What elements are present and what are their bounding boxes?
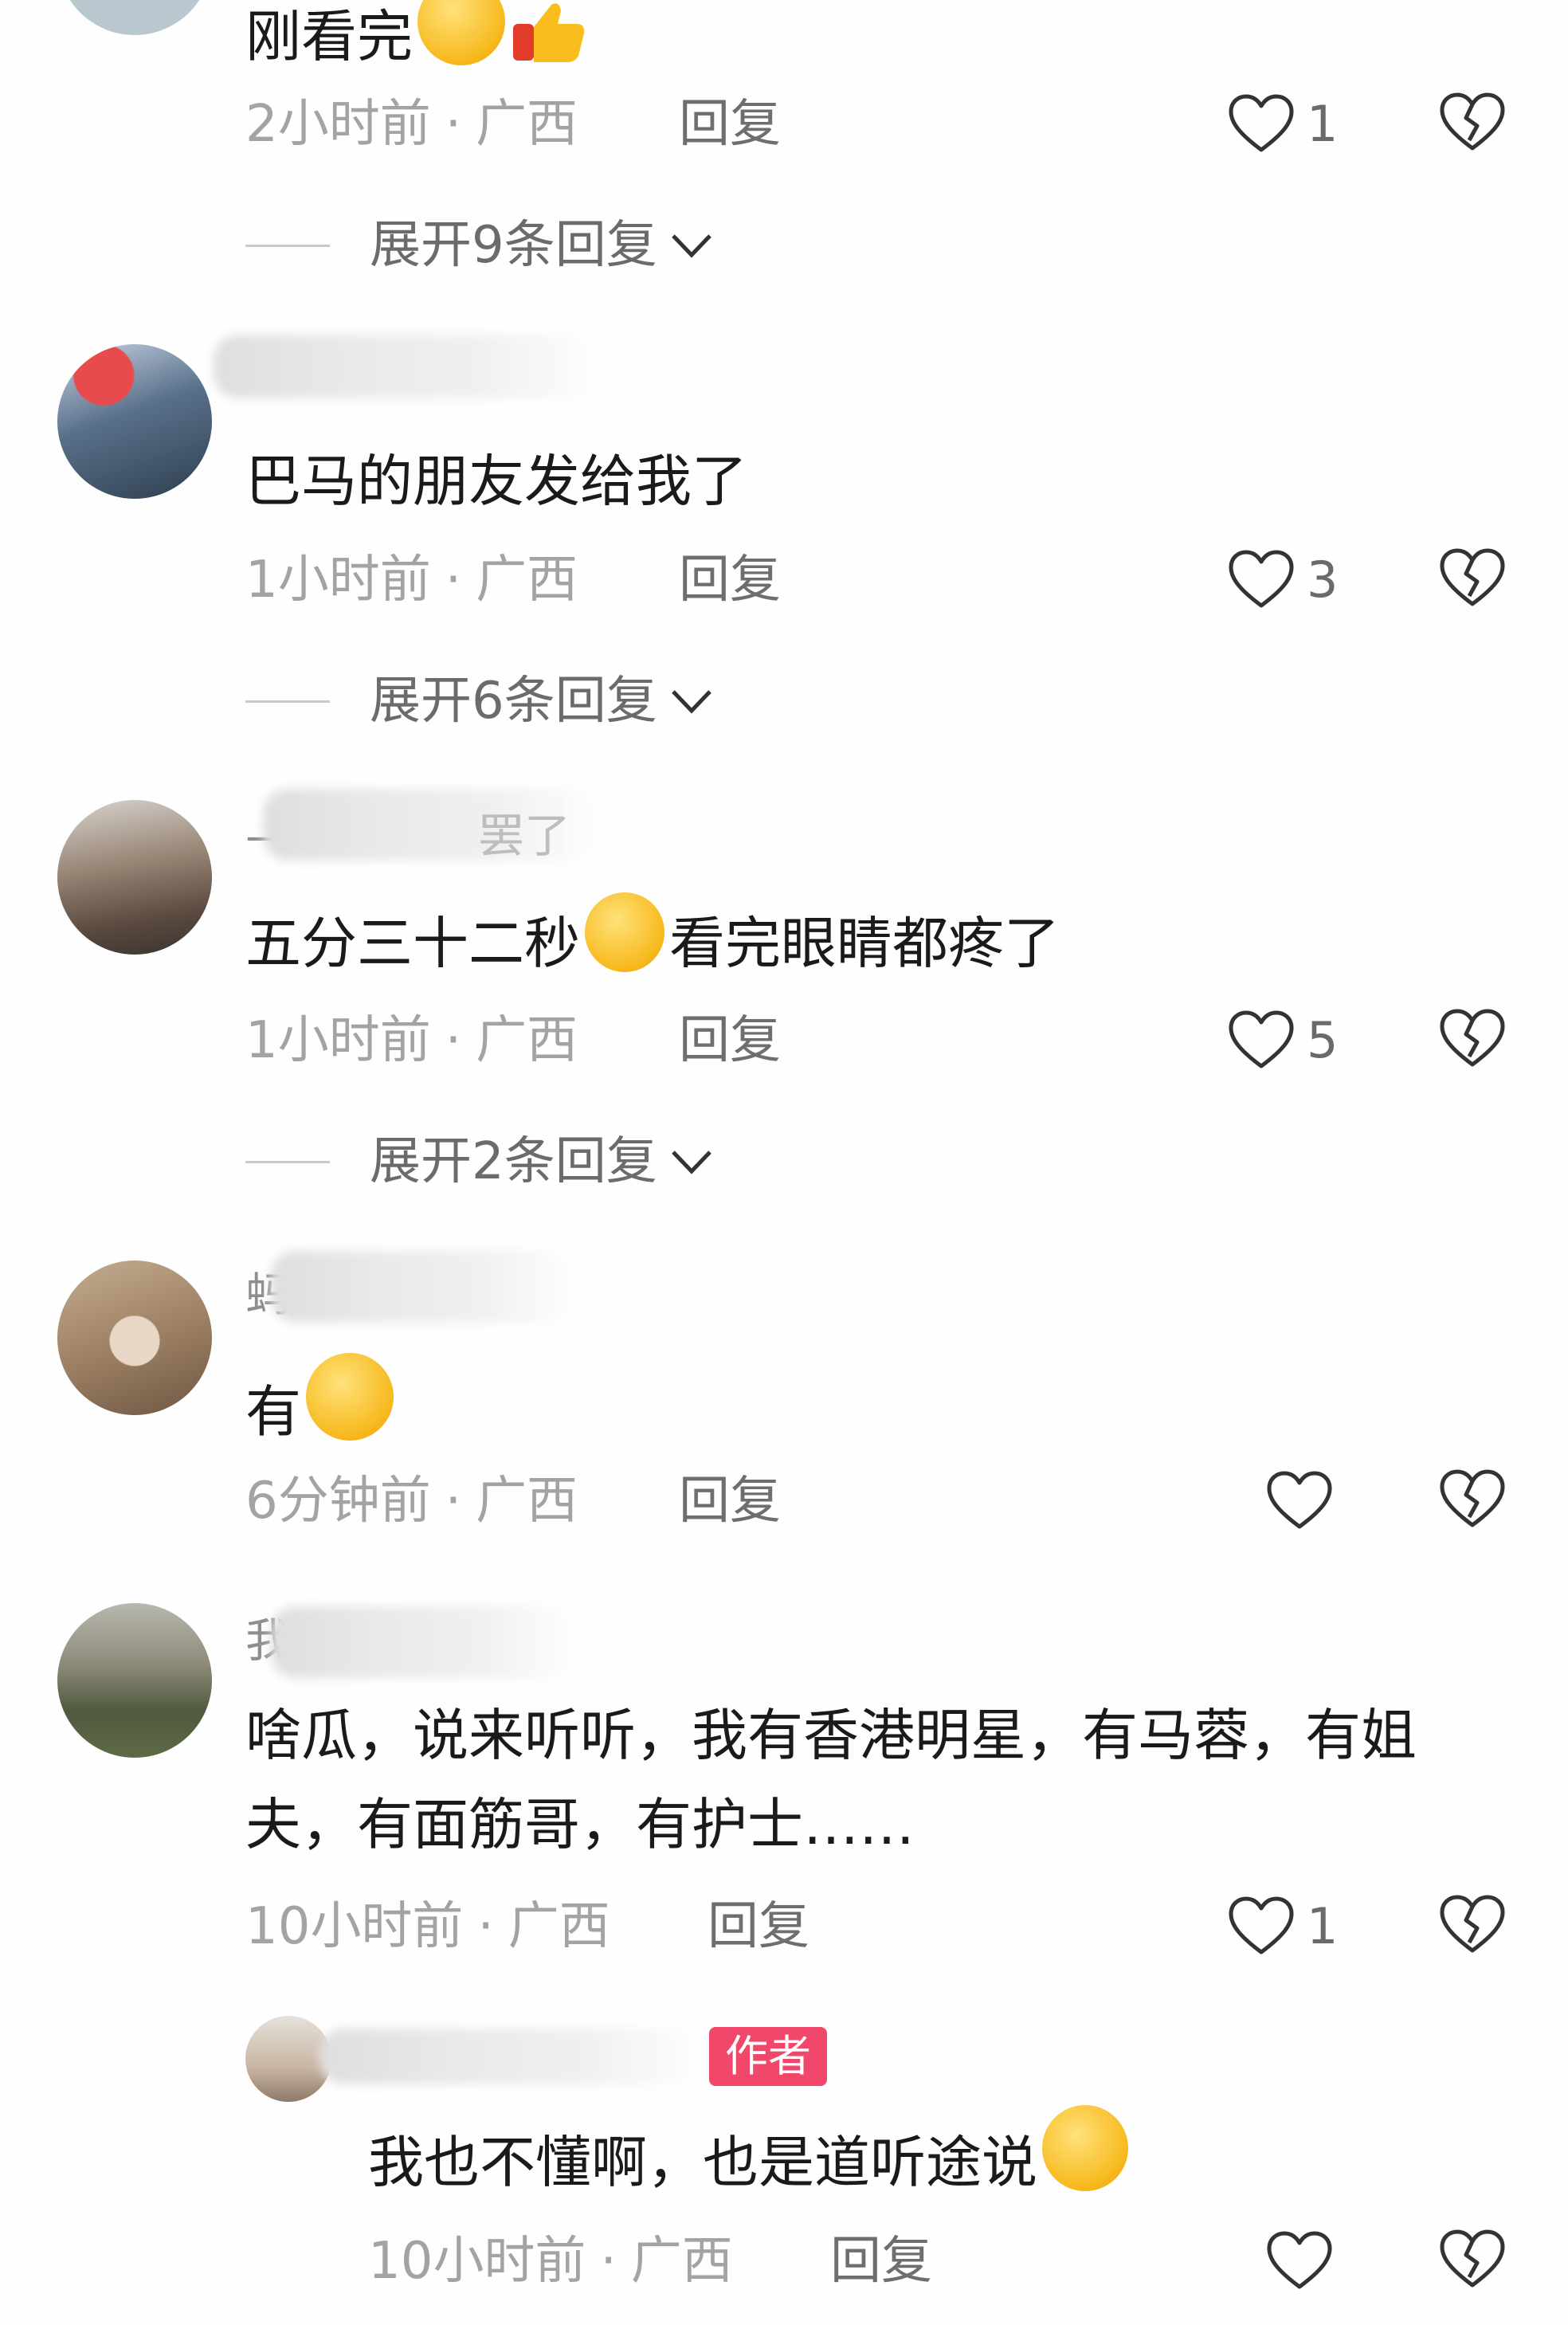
expand-replies-button[interactable]: 展开2条回复 [245,1136,715,1187]
like-button[interactable]: 5 [1227,1004,1338,1076]
blurred-username [214,335,596,398]
chevron-down-icon [671,690,711,714]
divider [245,700,330,703]
thumbs-up-emoji [510,0,586,64]
divider [245,244,330,247]
reply-meta: 10小时前 · 广西 [368,2232,733,2291]
like-button[interactable] [1265,1464,1345,1536]
heart-icon [1267,2231,1332,2289]
comment-text: 巴马的朋友发给我了 [245,449,747,514]
divider [245,1160,330,1163]
comment-text: 啥瓜，说来听听，我有香港明星，有马蓉，有姐夫，有面筋哥，有护士…… [245,1703,1417,1857]
reply-button[interactable]: 回复 [679,1015,781,1066]
author-badge: 作者 [709,2027,827,2086]
grinning-emoji [1042,2105,1128,2191]
crying-emoji [585,892,664,972]
like-button[interactable]: 1 [1227,1890,1338,1962]
heart-icon [1229,1896,1294,1954]
broken-heart-icon[interactable] [1438,543,1507,612]
broken-heart-icon[interactable] [1438,1004,1507,1072]
commenter-avatar[interactable] [57,344,212,499]
commenter-avatar[interactable] [57,800,212,955]
commenter-avatar[interactable] [57,1261,212,1415]
commenter-avatar[interactable] [57,1603,212,1758]
reply-text: 我也不懂啊，也是道听途说 [368,2105,1133,2207]
reply-button[interactable]: 回复 [679,1476,781,1527]
broken-heart-icon[interactable] [1438,1890,1507,1958]
broken-heart-icon[interactable] [1438,88,1507,156]
chevron-down-icon [671,1151,711,1174]
heart-icon [1229,1010,1294,1068]
reply-button[interactable]: 回复 [679,99,781,150]
heart-icon [1229,550,1294,608]
laughing-crying-emoji [417,0,505,65]
blurred-username [271,1606,574,1678]
reply-button[interactable]: 回复 [679,555,781,606]
like-count: 1 [1307,94,1339,153]
heart-icon [1267,1471,1332,1529]
blurred-username [271,1251,574,1323]
like-button[interactable]: 1 [1227,88,1338,159]
like-button[interactable] [1265,2225,1345,2296]
like-count: 3 [1307,550,1339,609]
comment-meta: 10小时前 · 广西 [245,1897,610,1956]
like-button[interactable]: 3 [1227,543,1338,615]
expand-replies-button[interactable]: 展开9条回复 [245,220,715,271]
username-fragment: 罢了 [478,809,571,863]
comment-meta: 1小时前 · 广西 [245,551,578,610]
comment-meta: 1小时前 · 广西 [245,1011,578,1070]
chevron-down-icon [671,234,711,258]
heart-icon [1229,94,1294,152]
comment-meta: 2小时前 · 广西 [245,95,578,154]
comment-text: 五分三十二秒 看完眼睛都疼了 [245,892,1060,988]
reply-button[interactable]: 回复 [830,2236,932,2287]
like-count: 5 [1307,1010,1339,1069]
broken-heart-icon[interactable] [1438,1464,1507,1533]
reply-button[interactable]: 回复 [708,1901,809,1952]
commenter-avatar[interactable] [57,0,212,35]
expand-replies-button[interactable]: 展开6条回复 [245,676,715,727]
like-count: 1 [1307,1896,1339,1955]
surprised-emoji [306,1353,394,1441]
blurred-username [319,2029,701,2084]
comment-text: 有 [245,1353,398,1457]
comment-text: 刚看完 [245,0,586,81]
broken-heart-icon[interactable] [1438,2225,1507,2293]
comment-meta: 6分钟前 · 广西 [245,1472,578,1531]
